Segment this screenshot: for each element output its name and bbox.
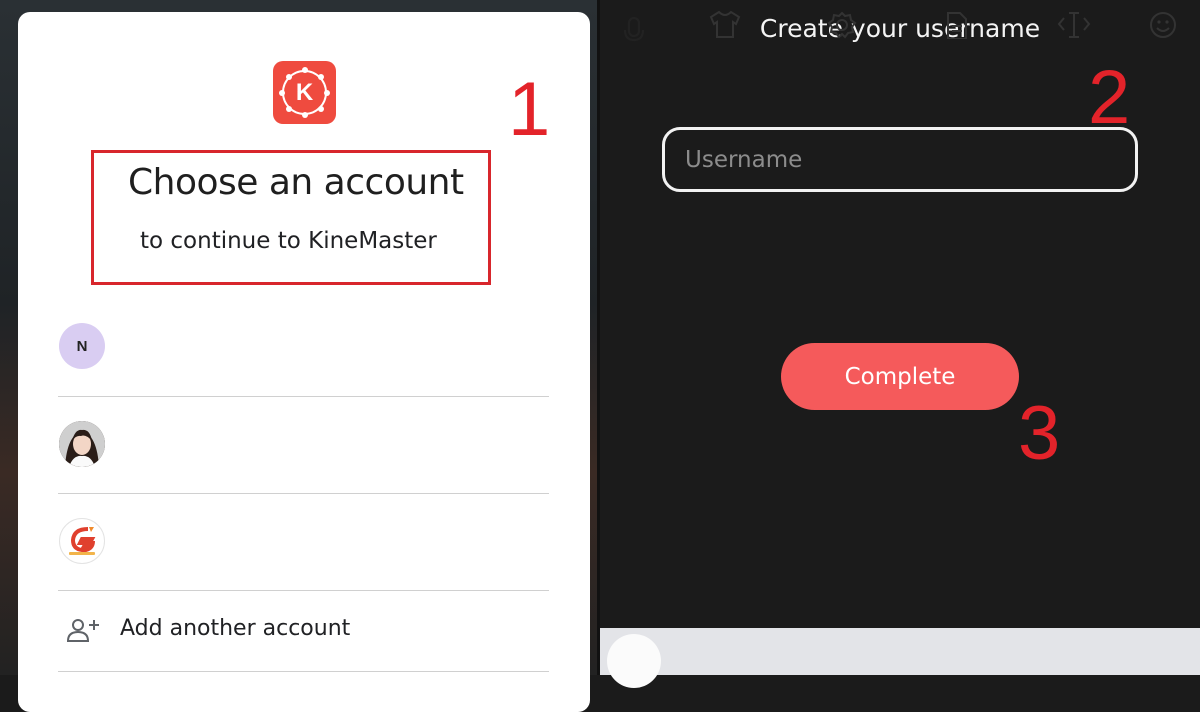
mic-icon[interactable] bbox=[611, 0, 657, 47]
keyboard-toolbar bbox=[600, 628, 1200, 675]
divider bbox=[58, 493, 549, 494]
add-another-account-button[interactable]: Add another account bbox=[120, 616, 350, 641]
kinemaster-logo: K bbox=[273, 61, 336, 124]
divider bbox=[58, 590, 549, 591]
step-number-1: 1 bbox=[508, 67, 551, 152]
divider bbox=[58, 671, 549, 672]
username-input[interactable] bbox=[662, 127, 1138, 192]
mic-button[interactable] bbox=[607, 634, 661, 688]
smiley-icon[interactable] bbox=[1140, 0, 1186, 47]
step-number-3: 3 bbox=[1018, 391, 1061, 476]
page-title: Choose an account bbox=[128, 162, 464, 203]
account-avatar-n[interactable]: N bbox=[59, 323, 105, 369]
add-person-icon bbox=[66, 619, 99, 642]
create-username-title: Create your username bbox=[759, 14, 1041, 43]
document-icon[interactable] bbox=[934, 0, 980, 47]
text-cursor-icon[interactable] bbox=[1051, 0, 1097, 47]
kinemaster-logo-letter: K bbox=[295, 78, 314, 106]
avatar-letter: N bbox=[76, 337, 88, 355]
shirt-icon[interactable] bbox=[702, 0, 748, 47]
step-number-2: 2 bbox=[1088, 55, 1131, 140]
divider bbox=[58, 396, 549, 397]
page-subtitle: to continue to KineMaster bbox=[140, 228, 437, 254]
complete-button[interactable]: Complete bbox=[781, 343, 1019, 410]
account-avatar-photo[interactable] bbox=[59, 421, 105, 467]
person-photo-icon bbox=[59, 421, 105, 467]
gear-icon[interactable] bbox=[819, 0, 865, 47]
account-avatar-brand[interactable] bbox=[59, 518, 105, 564]
brand-logo-icon bbox=[69, 527, 96, 555]
